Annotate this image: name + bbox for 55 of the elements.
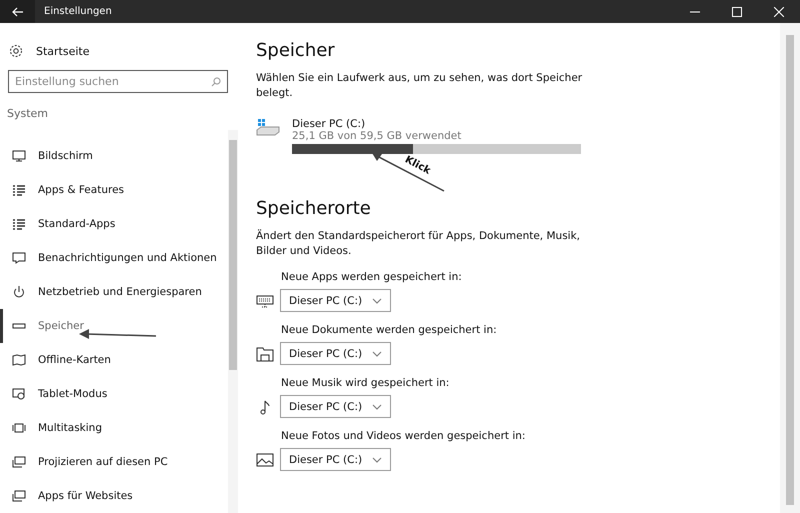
drive-dropdown[interactable]: Dieser PC (C:) [280,448,392,471]
sidebar-item[interactable]: Apps für Websites [0,479,228,513]
back-arrow-icon [12,6,24,16]
section-title: Speicherorte [256,198,372,219]
sidebar-item[interactable]: Apps & Features [0,173,228,207]
sidebar-item[interactable]: Benachrichtigungen und Aktionen [0,241,228,275]
tablet-icon [12,388,26,400]
speech-bubble-icon [12,252,26,264]
location-label: Neue Dokumente werden gespeichert in: [281,324,498,336]
drive-icon [256,118,280,138]
chevron-down-icon [372,350,382,356]
search-icon [211,77,221,87]
windows-icon [12,422,26,434]
chevron-down-icon [372,404,382,410]
back-button[interactable] [0,0,35,23]
maximize-icon [732,6,742,16]
location-label: Neue Musik wird gespeichert in: [281,377,450,389]
location-label: Neue Apps werden gespeichert in: [281,271,463,283]
section-heading: System [7,107,50,120]
screen-icon [12,490,26,502]
close-icon [774,6,784,16]
drive-item[interactable]: Dieser PC (C:) 25,1 GB von 59,5 GB verwendet [256,118,780,154]
description-text: Ändert den Standardspeicherort für Apps, Dokumente, Musik, Bilder und Videos. [256,229,582,259]
sidebar-item[interactable]: Tablet-Modus [0,377,228,411]
sidebar-item[interactable]: Standard-Apps [0,207,228,241]
page-title: Speicher [256,40,336,61]
picture-icon [256,452,274,468]
chevron-down-icon [372,456,382,462]
scrollbar[interactable] [228,130,238,513]
drive-name: Dieser PC (C:) [292,118,366,130]
drive-dropdown[interactable]: Dieser PC (C:) [280,342,392,365]
location-label: Neue Fotos und Videos werden gespeichert in: [281,430,526,442]
sidebar-item[interactable]: Offline-Karten [0,343,228,377]
window-title: Einstellungen [44,6,112,17]
drive-dropdown[interactable]: Dieser PC (C:) [280,395,392,418]
gear-icon [9,44,23,58]
chevron-down-icon [372,298,382,304]
sidebar-item[interactable]: Projizieren auf diesen PC [0,445,228,479]
map-icon [12,354,26,366]
list-icon [12,184,26,196]
sidebar-item[interactable]: Multitasking [0,411,228,445]
drive-usage-text: 25,1 GB von 59,5 GB verwendet [292,130,462,142]
scrollbar[interactable] [780,23,800,513]
description-text: Wählen Sie ein Laufwerk aus, um zu sehen, was dort Speicher belegt. [256,71,584,101]
power-icon [12,286,26,298]
list-icon [12,218,26,230]
home-item[interactable]: Startseite [0,43,238,59]
monitor-icon [12,150,26,162]
folder-icon [256,346,274,362]
sidebar-item[interactable]: Bildschirm [0,139,228,173]
screen-icon [12,456,26,468]
drive-dropdown[interactable]: Dieser PC (C:) [280,289,392,312]
search-field[interactable]: Einstellung suchen [8,70,228,93]
keyboard-monitor-icon [256,292,274,308]
sidebar-item[interactable]: Netzbetrieb und Energiesparen [0,275,228,309]
